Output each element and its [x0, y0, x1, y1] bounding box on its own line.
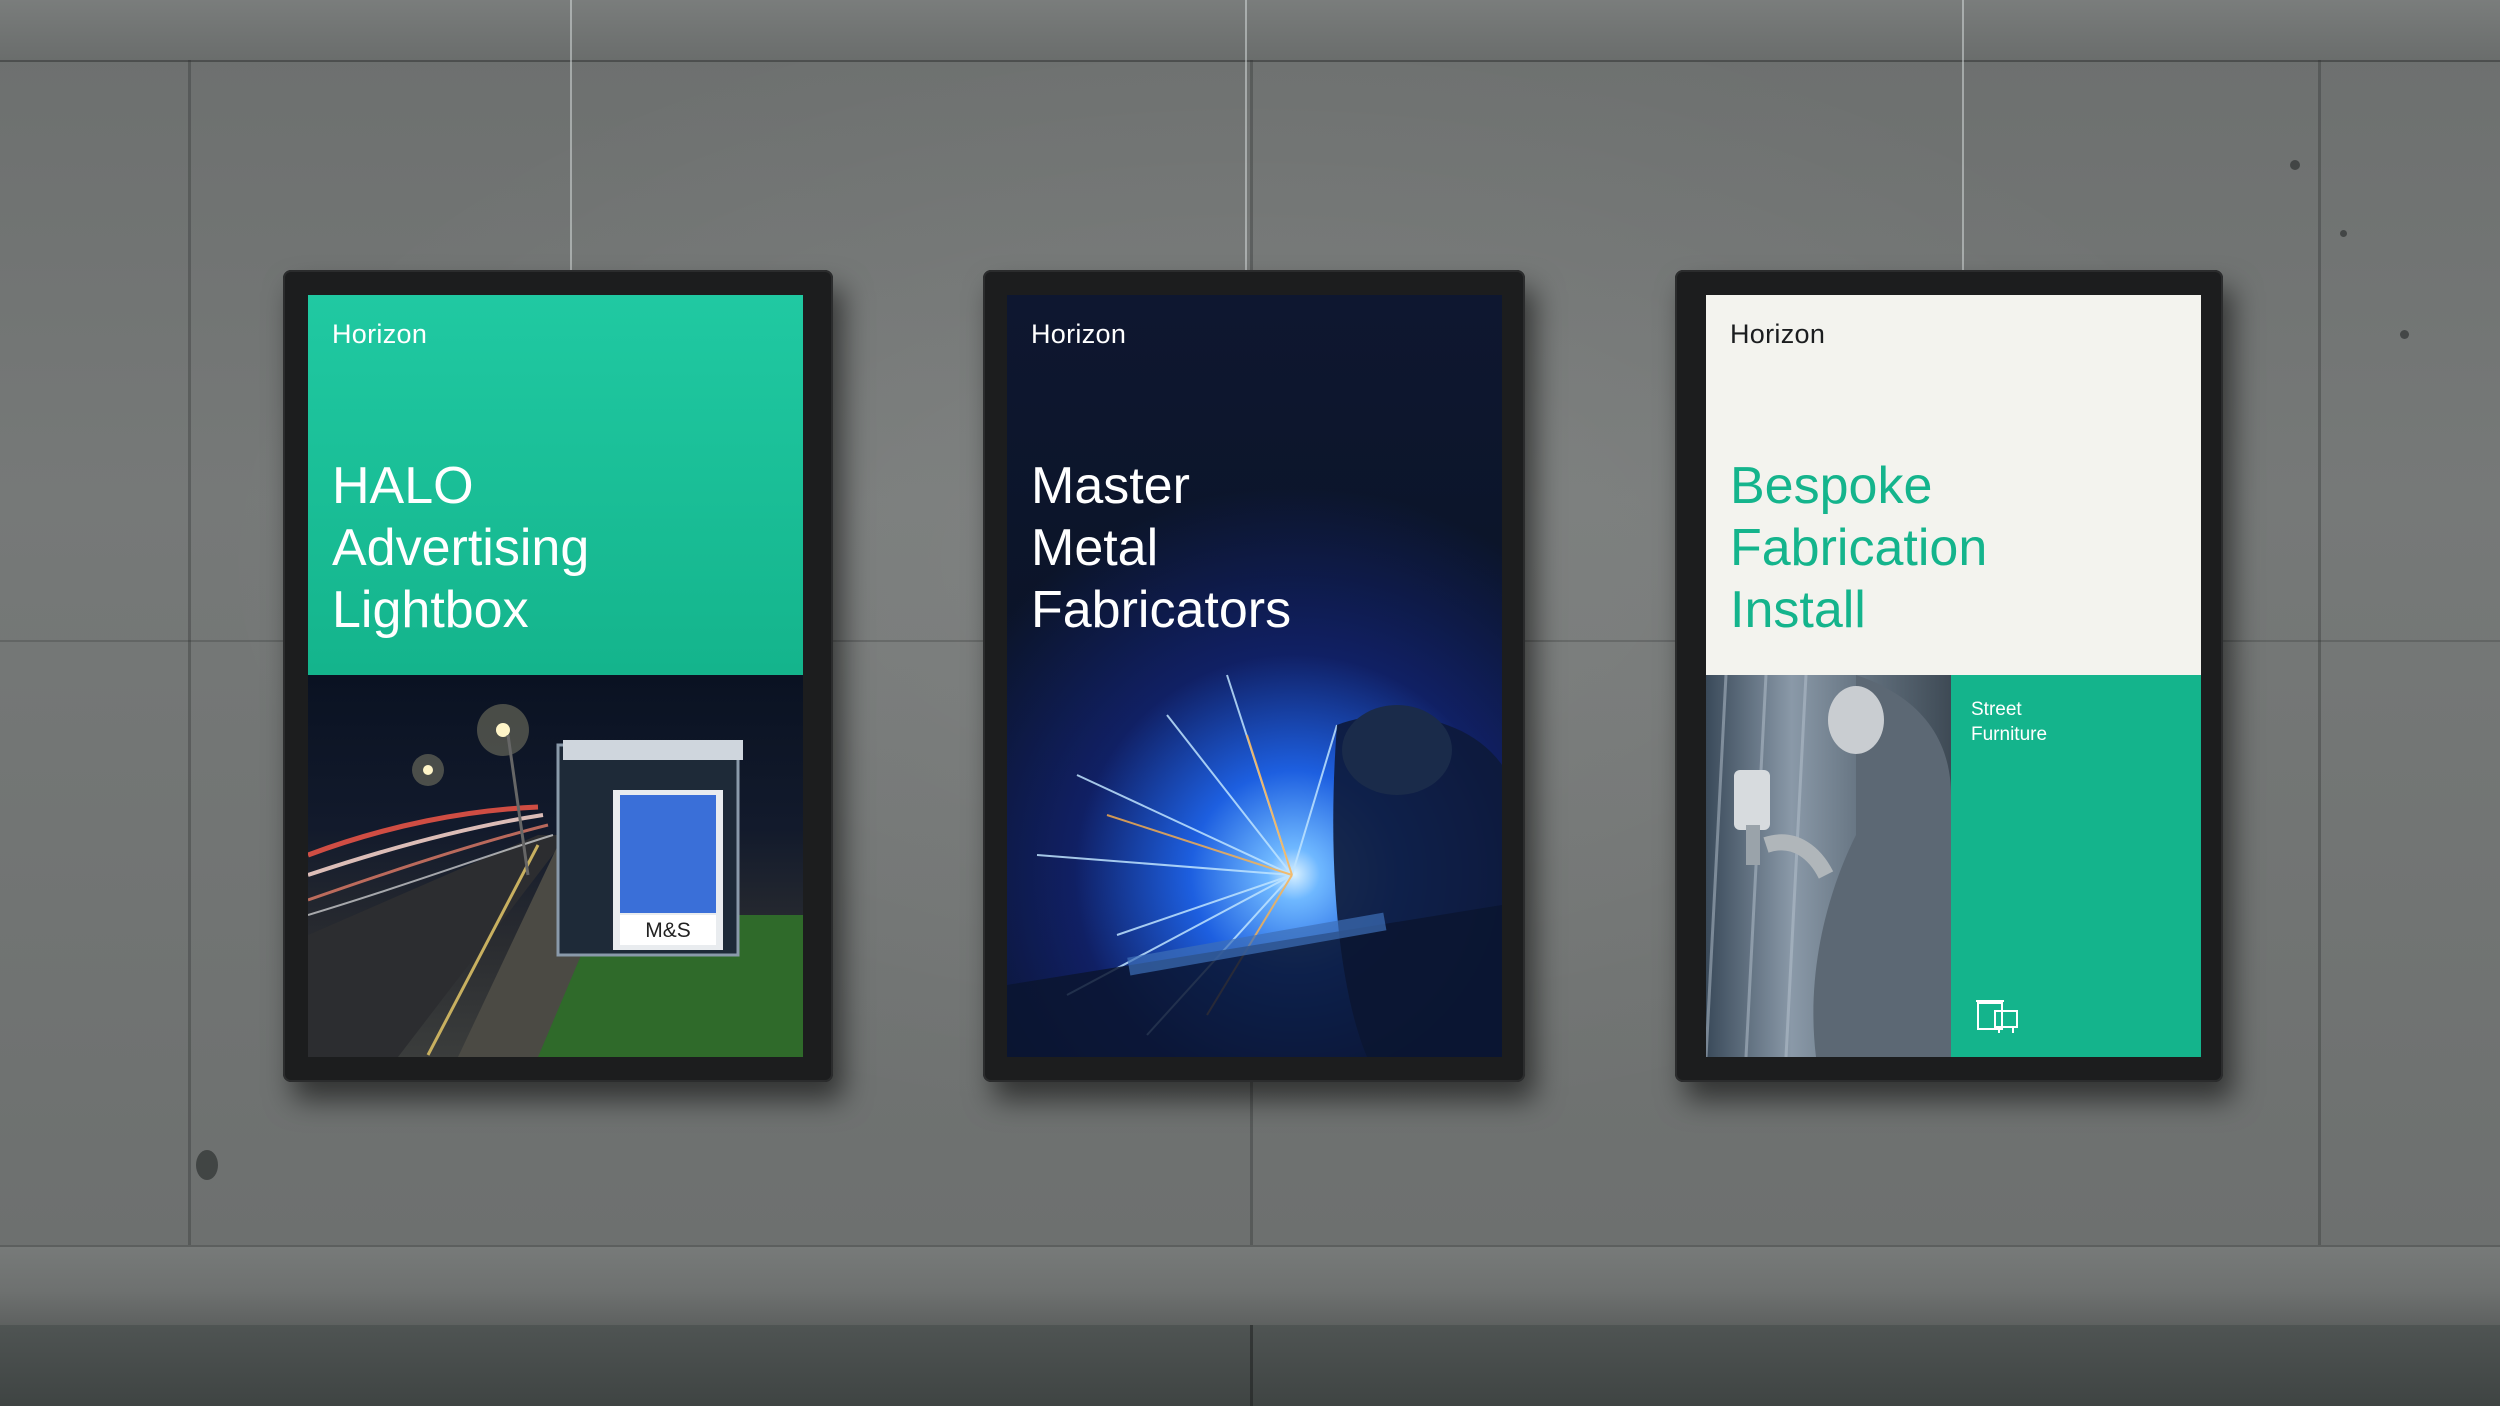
poster-metal: Horizon Master Metal Fabricators: [1007, 295, 1502, 1057]
poster-headline: Bespoke Fabrication Install: [1730, 457, 1988, 639]
wall-ledge: [0, 1245, 2500, 1327]
wall-stain: [2400, 330, 2409, 339]
poster-green-panel: Street Furniture: [1951, 675, 2201, 1057]
street-furniture-icon: [1976, 1000, 2018, 1033]
wall-stain: [196, 1150, 218, 1180]
hanging-wire: [570, 0, 572, 270]
brand-logo: Horizon: [1730, 319, 1826, 349]
welding-photo: Horizon Master Metal Fabricators: [1007, 295, 1502, 1057]
lightbox-frame-1: Horizon HALO Advertising Lightbox M&S: [283, 270, 833, 1082]
wall-seam: [188, 60, 191, 1245]
bus-shelter-night-photo: M&S: [308, 675, 803, 1057]
shelter-ad-text: M&S: [645, 919, 691, 942]
lightbox-frame-2: Horizon Master Metal Fabricators: [983, 270, 1525, 1082]
poster-white-panel: Horizon Bespoke Fabrication Install: [1706, 295, 2201, 675]
welding-sparks: [1007, 674, 1502, 1057]
spray-painter-photo: [1706, 674, 1951, 1057]
category-label: Street Furniture: [1971, 699, 2048, 745]
bus-shelter-scene: M&S: [308, 704, 803, 1057]
brand-logo: Horizon: [1031, 319, 1127, 349]
wall-top-band: [0, 0, 2500, 62]
floor-seam: [1250, 1325, 1253, 1406]
brand-logo: Horizon: [332, 319, 428, 349]
poster-halo: Horizon HALO Advertising Lightbox M&S: [308, 295, 803, 1057]
lightbox-frame-3: Horizon Bespoke Fabrication Install Stre…: [1675, 270, 2223, 1082]
wall-stain: [2290, 160, 2300, 170]
wall-stain: [2340, 230, 2347, 237]
poster-headline: Master Metal Fabricators: [1031, 457, 1292, 639]
hanging-wire: [1245, 0, 1247, 270]
poster-bespoke: Horizon Bespoke Fabrication Install Stre…: [1706, 295, 2201, 1057]
hanging-wire: [1962, 0, 1964, 270]
spray-painter-scene: [1706, 674, 1951, 1057]
poster-green-panel: Horizon HALO Advertising Lightbox: [308, 295, 803, 675]
wall-seam: [2318, 60, 2321, 1245]
poster-headline: HALO Advertising Lightbox: [332, 457, 590, 639]
